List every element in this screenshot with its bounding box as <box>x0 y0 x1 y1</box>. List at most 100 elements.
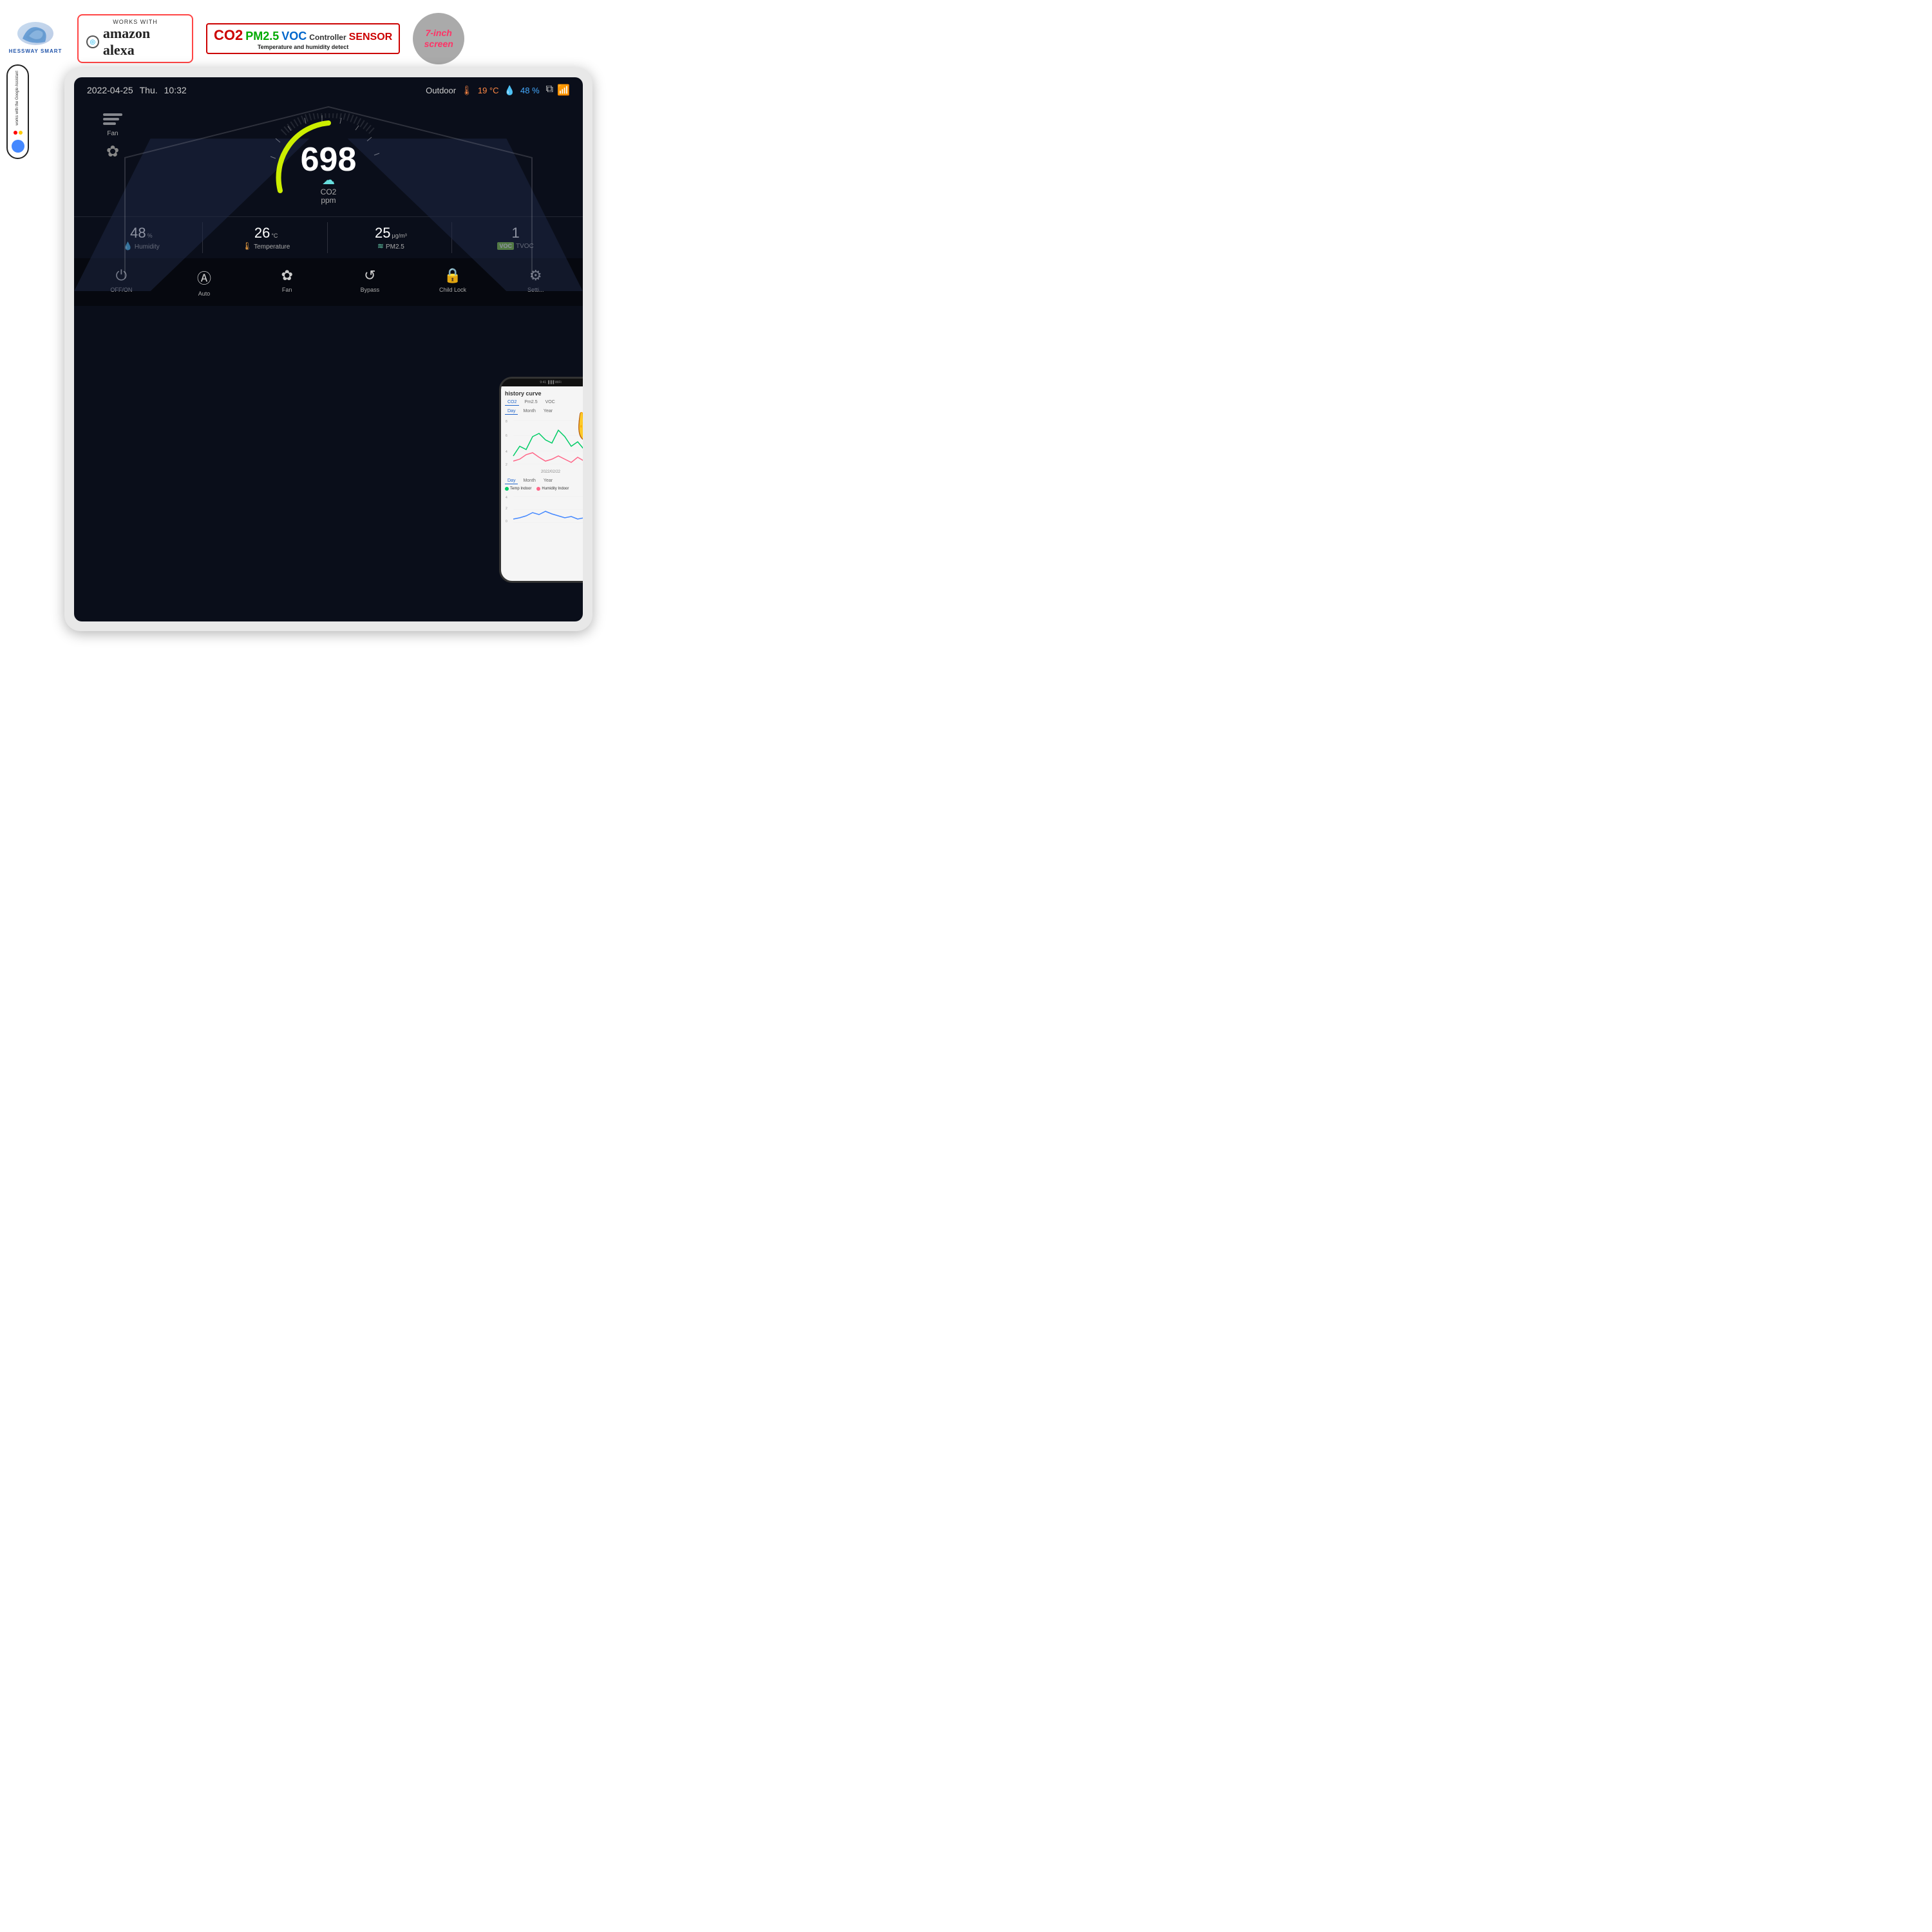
phone-status-bar: 9:41 ▐▐▐ WiFi <box>540 381 561 384</box>
fan-bar-3 <box>103 122 116 125</box>
fan-btn-label: Fan <box>282 287 292 293</box>
status-time: 10:32 <box>164 85 187 95</box>
gauge-container: 698 ☁ CO2ppm <box>264 113 393 216</box>
legend-humidity-indoor: Humidity Indoor <box>536 487 569 491</box>
phone-tab-year[interactable]: Year <box>541 408 555 415</box>
fan-button[interactable]: ✿ Fan <box>246 263 328 301</box>
child-lock-label: Child Lock <box>439 287 466 293</box>
phone-legend: Temp Indoor Humidity Indoor <box>505 487 583 491</box>
main-content: Fan ✿ <box>74 100 583 216</box>
center-panel: 698 ☁ CO2ppm <box>151 100 506 216</box>
sensor-title-row: CO2 PM2.5 VOC Controller SENSOR <box>214 27 392 44</box>
pm25-sensor: 25 μg/m³ ≋ PM2.5 <box>330 222 453 253</box>
legend-dot-humidity <box>536 487 540 491</box>
device-screen: 2022-04-25 Thu. 10:32 Outdoor 🌡 19 °C 💧 … <box>74 77 583 621</box>
bypass-label: Bypass <box>361 287 380 293</box>
hand-icon: 🤚 <box>568 402 583 444</box>
offon-button[interactable]: ⏻ OFF/ON <box>80 263 162 301</box>
top-header: HESSWAY SMART WORKS WITH ◎ amazon alexa … <box>6 13 638 64</box>
sensor-subtitle: Temperature and humidity detect <box>258 44 348 50</box>
alexa-logo-row: ◎ amazon alexa <box>86 25 184 59</box>
fan-btn-icon: ✿ <box>281 267 292 284</box>
wifi-icon: 📶 <box>557 84 570 97</box>
outdoor-label: Outdoor <box>426 86 456 95</box>
dot-yellow <box>19 131 23 135</box>
fan-bar-1 <box>103 113 122 116</box>
fan-bars <box>103 113 122 125</box>
tvoc-label: TVOC <box>516 243 534 250</box>
outdoor-info: Outdoor 🌡 19 °C 💧 48 % <box>426 85 540 96</box>
phone-time-tabs-2: Day Month Year <box>505 478 583 484</box>
auto-label: Auto <box>198 290 211 297</box>
humidity-val-row: 48 % <box>130 225 153 242</box>
phone-tab2-month[interactable]: Month <box>520 478 538 484</box>
humidity-unit: % <box>147 232 153 239</box>
fan-control: Fan ✿ <box>103 113 122 161</box>
svg-text:2: 2 <box>506 507 507 511</box>
phone-tab2-year[interactable]: Year <box>541 478 555 484</box>
bypass-button[interactable]: ↺ Bypass <box>329 263 411 301</box>
fan-bar-2 <box>103 118 119 120</box>
status-icons: ⧉ 📶 <box>546 84 570 97</box>
status-date: 2022-04-25 <box>87 85 133 95</box>
auto-button[interactable]: Ⓐ Auto <box>164 263 245 301</box>
sensor-badge: CO2 PM2.5 VOC Controller SENSOR Temperat… <box>206 23 400 54</box>
dot-red <box>14 131 17 135</box>
humidity-value: 48 <box>130 225 146 242</box>
tvoc-val-row: 1 <box>512 225 520 242</box>
phone-tab-co2[interactable]: CO2 <box>505 399 519 406</box>
svg-text:4: 4 <box>506 496 507 500</box>
phone-tab2-day[interactable]: Day <box>505 478 518 484</box>
alexa-works-with: WORKS WITH <box>113 19 158 25</box>
settings-icon: ⚙ <box>529 267 542 284</box>
humidity-label: Humidity <box>135 243 160 251</box>
phone-tab-pm25[interactable]: Pm2.5 <box>522 399 540 406</box>
google-text: works with the Google Assistant <box>15 71 20 126</box>
brand-name: HESSWAY SMART <box>9 48 62 54</box>
sensor-co2-label: CO2 <box>214 27 243 44</box>
offon-label: OFF/ON <box>110 287 132 293</box>
temp-unit: °C <box>271 232 278 239</box>
temp-val-row: 26 °C <box>254 225 278 242</box>
sensor-controller-label: Controller <box>309 33 346 42</box>
svg-text:4: 4 <box>506 450 507 454</box>
alexa-badge: WORKS WITH ◎ amazon alexa <box>77 14 193 63</box>
svg-text:8: 8 <box>506 420 507 424</box>
right-panel <box>506 100 583 216</box>
phone-tab-day[interactable]: Day <box>505 408 518 415</box>
child-lock-button[interactable]: 🔒 Child Lock <box>412 263 494 301</box>
sensor-pm25-label: PM2.5 <box>245 30 279 43</box>
legend-temp-label: Temp Indoor <box>510 487 531 491</box>
google-sidebar: works with the Google Assistant <box>6 64 29 159</box>
fan-icon: ✿ <box>106 142 119 161</box>
legend-humidity-label: Humidity Indoor <box>542 487 569 491</box>
copy-icon: ⧉ <box>546 84 553 97</box>
temp-value: 26 <box>254 225 270 242</box>
temperature-sensor: 26 °C 🌡 Temperature <box>205 222 328 253</box>
settings-button[interactable]: ⚙ Setti... <box>495 263 576 301</box>
phone-history-title: history curve <box>505 390 583 397</box>
co2-label: ☁ CO2ppm <box>321 172 337 205</box>
outdoor-humidity: 48 % <box>520 86 540 95</box>
co2-text: CO2ppm <box>321 188 337 205</box>
tvoc-sensor: 1 VOC TVOC <box>455 222 576 253</box>
phone-tab-month[interactable]: Month <box>520 408 538 415</box>
left-panel: Fan ✿ <box>74 100 151 216</box>
phone-chart-2-svg: 4 2 0 <box>505 493 583 526</box>
sensor-sensor-label: SENSOR <box>349 32 393 43</box>
controls-row: ⏻ OFF/ON Ⓐ Auto ✿ Fan ↺ Bypass 🔒 Chil <box>74 258 583 306</box>
offon-icon: ⏻ <box>116 267 127 284</box>
legend-temp-indoor: Temp Indoor <box>505 487 531 491</box>
alexa-brand-text: amazon alexa <box>103 25 184 59</box>
phone-chart-2: 4 2 0 <box>505 493 583 526</box>
sensor-voc-label: VOC <box>281 30 307 43</box>
phone-tab-voc[interactable]: VOC <box>543 399 558 406</box>
brand-logo: HESSWAY SMART <box>6 19 64 58</box>
bypass-icon: ↺ <box>364 267 375 284</box>
status-day: Thu. <box>140 85 158 95</box>
seven-inch-badge: 7-inchscreen <box>413 13 464 64</box>
pm25-value: 25 <box>375 225 390 242</box>
legend-dot-temp <box>505 487 509 491</box>
settings-label: Setti... <box>527 287 544 293</box>
svg-text:2: 2 <box>506 463 507 467</box>
